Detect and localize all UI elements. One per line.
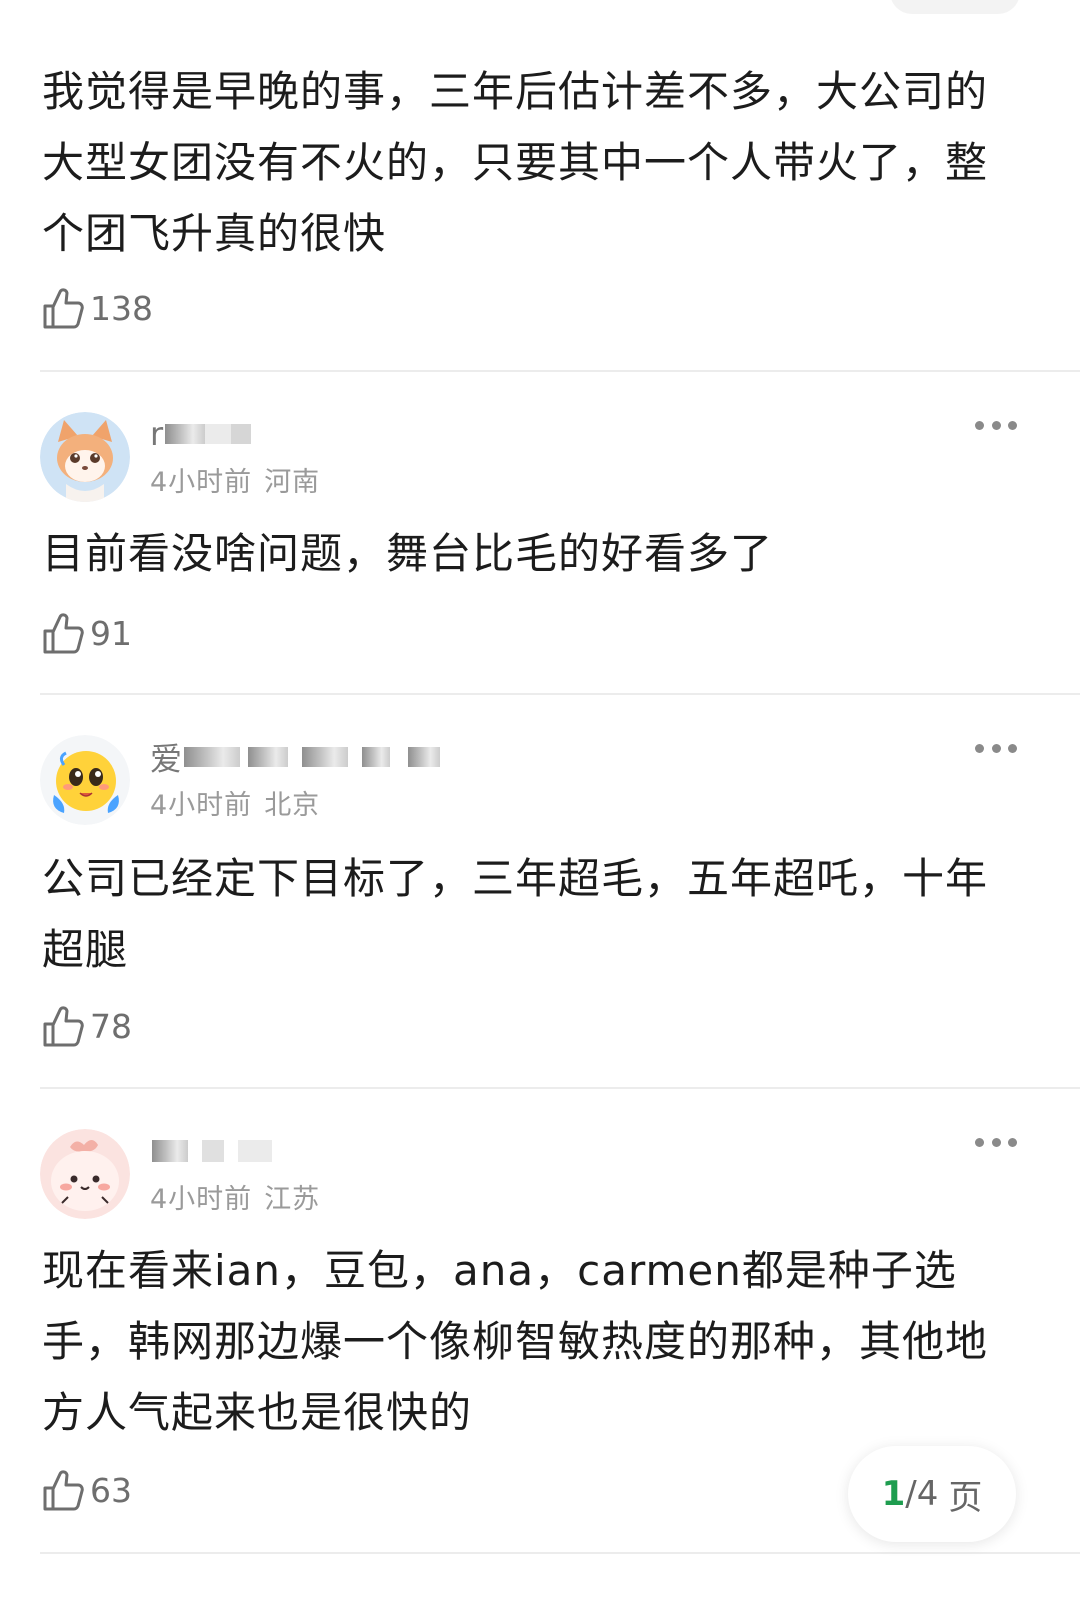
fox-avatar-icon [40, 412, 130, 502]
comment-meta: 4小时前 江苏 [150, 1177, 320, 1216]
username-redacted [248, 747, 289, 767]
like-count: 78 [90, 1006, 132, 1046]
thumbs-up-icon [43, 1006, 84, 1047]
username-redacted [362, 747, 391, 767]
username-redacted [165, 424, 206, 444]
thumbs-up-icon [43, 613, 84, 654]
emoji-avatar-icon [40, 735, 130, 825]
thumbs-up-icon [43, 1470, 84, 1511]
page-total: 4 [916, 1474, 939, 1514]
page-indicator[interactable]: 1/4 页 [848, 1446, 1016, 1542]
comment-meta: 4小时前 北京 [150, 783, 320, 822]
username-redacted [408, 747, 441, 767]
more-horizontal-icon[interactable] [975, 741, 1017, 755]
like-count: 138 [90, 288, 153, 328]
avatar[interactable] [40, 1129, 130, 1219]
comment-time: 4小时前 [150, 790, 253, 821]
comment-text: 目前看没啥问题，舞台比毛的好看多了 [42, 529, 774, 578]
comment-meta: 4小时前 河南 [150, 460, 320, 499]
username-redacted [205, 424, 232, 444]
username-redacted [238, 1140, 272, 1162]
avatar[interactable] [40, 412, 130, 502]
page-separator: / [905, 1474, 917, 1514]
username[interactable]: 爱 [150, 739, 441, 778]
thumbs-up-icon [43, 288, 84, 329]
more-horizontal-icon[interactable] [975, 418, 1017, 432]
comment-text: 我觉得是早晚的事，三年后估计差不多，大公司的 大型女团没有不火的，只要其中一个人… [42, 67, 989, 258]
comment-header: 4小时前 江苏 [0, 1119, 1080, 1219]
divider [40, 370, 1080, 372]
like-button[interactable]: 91 [42, 610, 132, 656]
username-redacted [184, 747, 241, 767]
comment-location: 河南 [264, 467, 321, 498]
username-prefix: 爱 [150, 740, 183, 778]
comment-location: 江苏 [264, 1184, 321, 1215]
comment-text: 现在看来ian，豆包，ana，carmen都是种子选 手，韩网那边爆一个像柳智敏… [42, 1246, 989, 1437]
username-redacted [302, 747, 349, 767]
comment-location: 北京 [264, 790, 321, 821]
username[interactable] [150, 1133, 272, 1169]
comment-header: 爱 4小时前 北京 [0, 725, 1080, 825]
username[interactable]: r [150, 415, 252, 453]
more-horizontal-icon[interactable] [975, 1135, 1017, 1149]
username-prefix: r [150, 415, 164, 453]
page-unit: 页 [948, 1477, 983, 1518]
like-count: 91 [90, 613, 132, 653]
comment-time: 4小时前 [150, 1184, 253, 1215]
like-button[interactable]: 63 [42, 1467, 132, 1513]
comment-time: 4小时前 [150, 467, 253, 498]
comment-text: 公司已经定下目标了，三年超毛，五年超吒，十年 超腿 [42, 854, 989, 974]
divider [40, 1087, 1080, 1089]
username-redacted [202, 1140, 224, 1162]
divider [40, 1552, 1080, 1554]
like-count: 63 [90, 1470, 132, 1510]
comments-page: 我觉得是早晚的事，三年后估计差不多，大公司的 大型女团没有不火的，只要其中一个人… [0, 0, 1080, 1600]
top-floating-pill[interactable] [890, 0, 1020, 14]
page-current: 1 [881, 1474, 906, 1514]
comment-header: r 4小时前 河南 [0, 402, 1080, 502]
like-button[interactable]: 138 [42, 285, 153, 331]
username-redacted [231, 424, 252, 444]
divider [40, 693, 1080, 695]
cute-character-avatar-icon [40, 1129, 130, 1219]
like-button[interactable]: 78 [42, 1003, 132, 1049]
username-redacted [152, 1140, 188, 1162]
avatar[interactable] [40, 735, 130, 825]
